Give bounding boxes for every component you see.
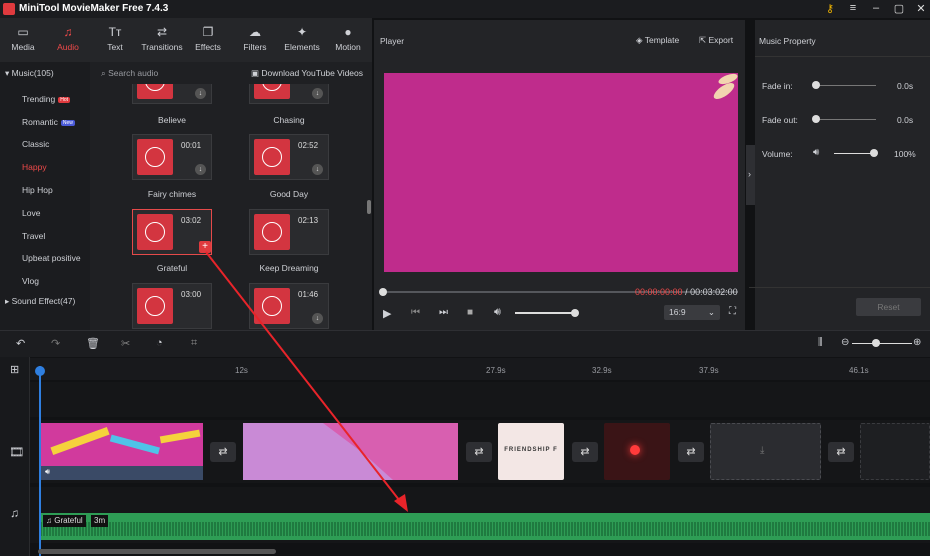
timeline-scrollbar[interactable] — [38, 549, 276, 554]
drag-arrow-annotation — [205, 251, 408, 512]
